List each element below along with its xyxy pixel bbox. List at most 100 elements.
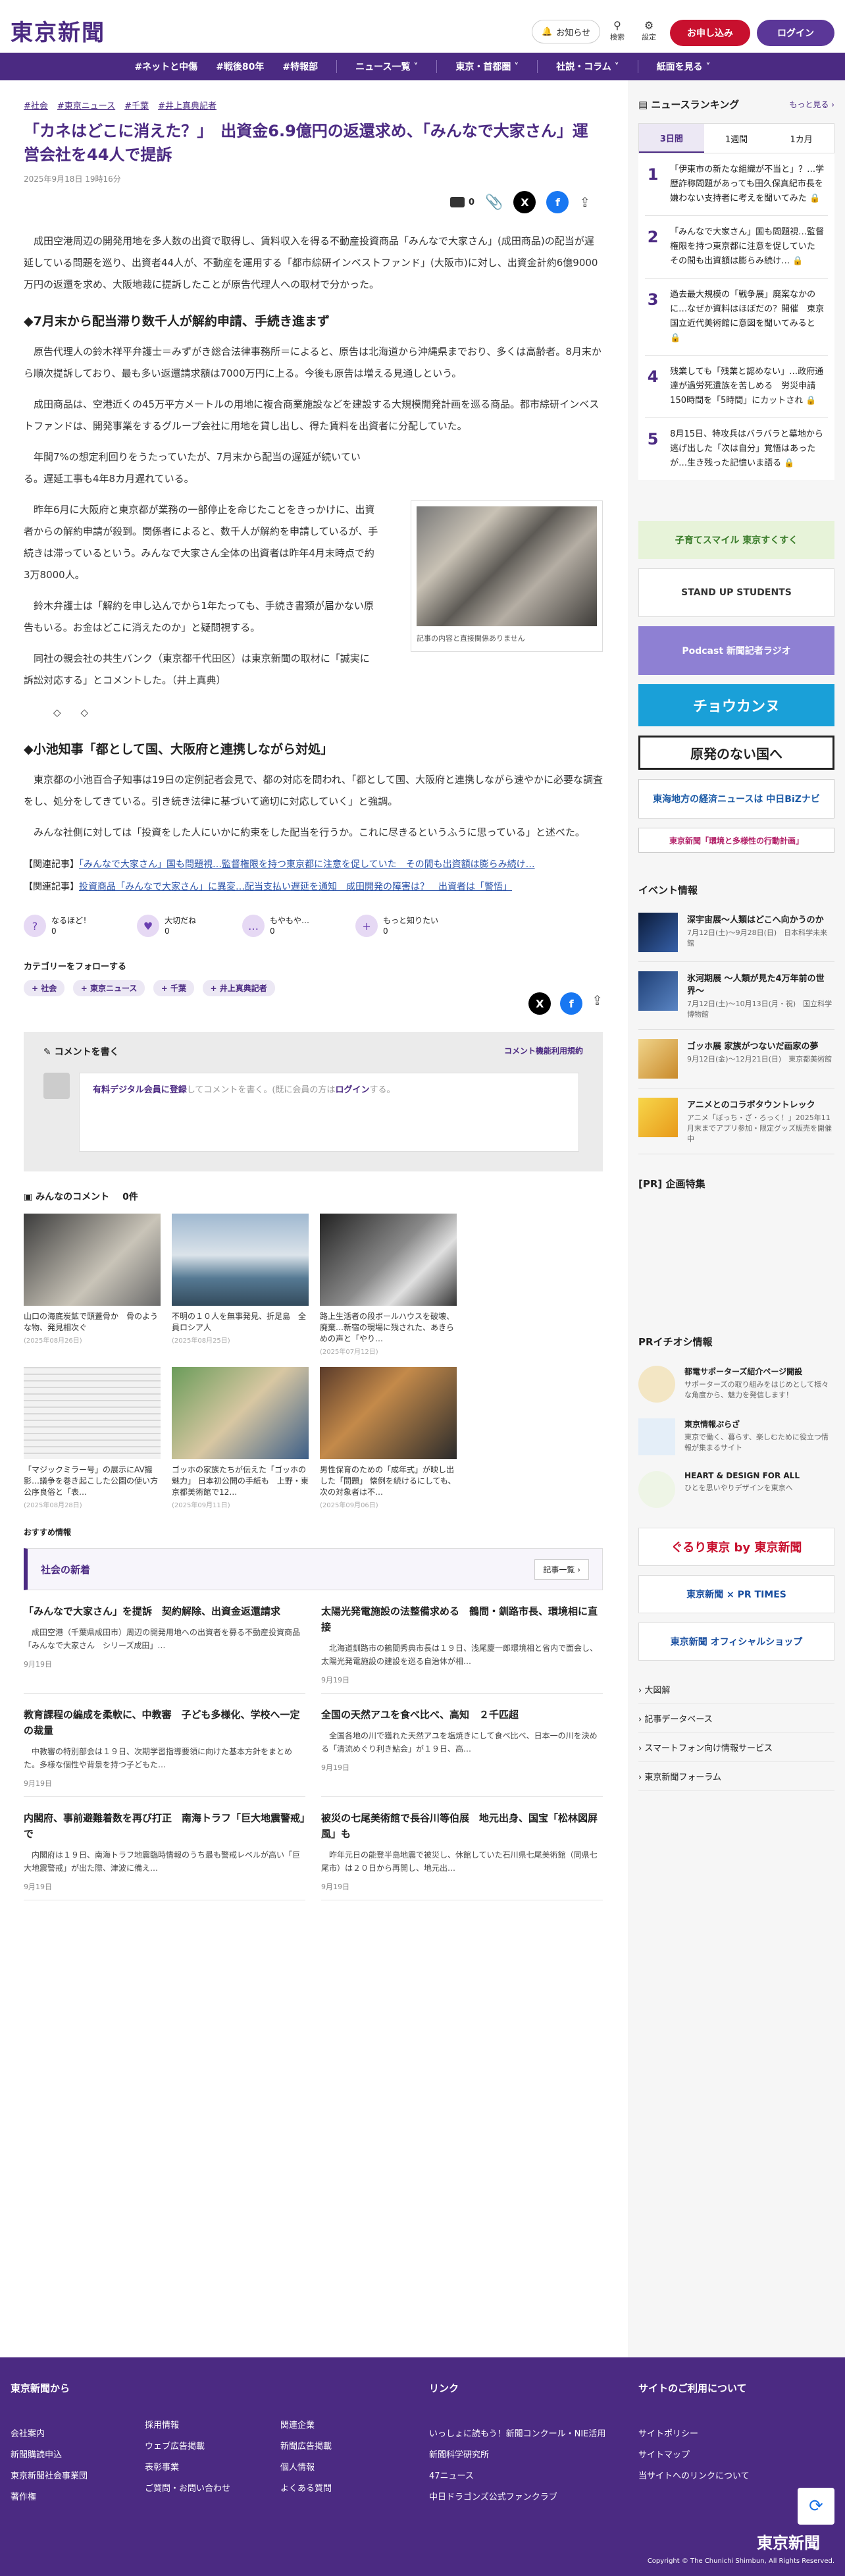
share-icon[interactable]: ⇪ (592, 992, 603, 1015)
related-link[interactable]: 「みんなで大家さん」国も問題視…監督権限を持つ東京都に注意を促していた その間も… (79, 859, 535, 870)
side-link[interactable]: › スマートフォン向け情報サービス (638, 1733, 834, 1762)
nav-item-postwar[interactable]: #戦後80年 (216, 60, 264, 73)
login-link[interactable]: ログイン (335, 1085, 369, 1095)
banner-sukusuku[interactable]: 子育てスマイル 東京すくすく (638, 521, 834, 559)
reaction-button[interactable]: + もっと知りたい 0 (355, 915, 438, 937)
pr-item[interactable]: 都電サポーターズ紹介ページ開設 サポーターズの取り組みをはじめとして様々な角度から… (638, 1358, 834, 1410)
footer-link[interactable]: 著作権 (11, 2487, 88, 2508)
banner-genpatsu[interactable]: 原発のない国へ (638, 736, 834, 770)
related-link[interactable]: 投資商品「みんなで大家さん」に異変…配当支払い遅延を通知 成田開発の障害は？ 出… (79, 882, 512, 892)
event-item[interactable]: 深宇宙展〜人類はどこへ向かうのか 7月12日(土)〜9月28日(日) 日本科学未来… (638, 903, 834, 962)
nav-item-news[interactable]: ニュース一覧 ˅ (355, 60, 418, 73)
save-button[interactable]: 0 (450, 197, 474, 207)
follow-chip[interactable]: + 井上真典記者 (202, 980, 275, 996)
tag-link[interactable]: #東京ニュース (57, 99, 115, 111)
nav-item-tokuho[interactable]: #特報部 (282, 60, 318, 73)
follow-chip[interactable]: + 東京ニュース (72, 980, 145, 996)
share-icon[interactable]: ⇪ (579, 194, 590, 210)
notify-button[interactable]: 🔔 お知らせ (532, 20, 600, 43)
x-share-icon[interactable]: X (513, 191, 536, 213)
footer-link[interactable]: 採用情報 (145, 2415, 230, 2436)
news-item[interactable]: 内閣府、事前避難着数を再び打正 南海トラフ「巨大地震警戒」で 内閣府は１９日、南海… (24, 1797, 305, 1900)
nav-item-net[interactable]: #ネットと中傷 (134, 60, 197, 73)
side-link[interactable]: › 大図解 (638, 1675, 834, 1704)
tag-link[interactable]: #千葉 (124, 99, 149, 111)
footer-link[interactable]: 当サイトへのリンクについて (638, 2466, 750, 2487)
banner-standup[interactable]: STAND UP STUDENTS (638, 568, 834, 617)
footer-link[interactable]: 個人情報 (280, 2457, 332, 2479)
thumb-card[interactable]: 男性保育のための「成年式」が映し出した「問題」 懐例を続けるにしても、次の対象者… (320, 1367, 457, 1509)
nav-item-paper[interactable]: 紙面を見る ˅ (657, 60, 711, 73)
tab-1week[interactable]: 1週間 (704, 124, 769, 153)
register-link[interactable]: 有料デジタル会員に登録 (93, 1085, 187, 1095)
settings-button[interactable]: ⚙ 設定 (636, 20, 662, 42)
banner-action-plan[interactable]: 東京新聞「環境と多様性の行動計画」 (638, 828, 834, 853)
nav-item-editorial[interactable]: 社説・コラム ˅ (556, 60, 619, 73)
subscribe-button[interactable]: お申し込み (670, 20, 750, 46)
thumb-card[interactable]: 山口の海底炭鉱で頭蓋骨か 骨のような物、発見相次ぐ (2025年08月26日) (24, 1214, 161, 1356)
pr-item[interactable]: 東京情報ぷらざ 東京で働く、暮らす、楽しむために役立つ情報が集まるサイト (638, 1410, 834, 1463)
footer-logo[interactable]: 東京新聞 (757, 2530, 820, 2553)
tag-link[interactable]: #井上真典記者 (158, 99, 217, 111)
footer-link[interactable]: 新聞広告掲載 (280, 2436, 332, 2457)
news-item[interactable]: 「みんなで大家さん」を提訴 契約解除、出資金返還請求 成田空港（千葉県成田市）周辺… (24, 1590, 305, 1694)
side-link[interactable]: › 記事データベース (638, 1704, 834, 1733)
tab-1month[interactable]: 1カ月 (769, 124, 834, 153)
event-item[interactable]: 氷河期展 〜人類が見た4万年前の世界〜 7月12日(土)〜10月13日(月・祝) … (638, 962, 834, 1030)
footer-link[interactable]: 新聞科学研究所 (429, 2445, 605, 2466)
event-item[interactable]: ゴッホ展 家族がつないだ画家の夢 9月12日(金)〜12月21日(日) 東京都美術… (638, 1030, 834, 1088)
thumb-card[interactable]: ゴッホの家族たちが伝えた「ゴッホの魅力」 日本初公開の手紙も 上野・東京都美術館… (172, 1367, 309, 1509)
footer-link[interactable]: 新聞購読申込 (11, 2445, 88, 2466)
tag-link[interactable]: #社会 (24, 99, 48, 111)
thumb-card[interactable]: 「マジックミラー号」の展示にAV撮影…議争を巻き起こした公園の使い方 公序良俗と… (24, 1367, 166, 1509)
ranking-item[interactable]: 3 過去最大規模の「戦争展」廃案なかのに…なぜか資料はほぼだの？開催 東京国立近代… (645, 279, 828, 356)
footer-link[interactable]: 会社案内 (11, 2424, 88, 2445)
footer-link[interactable]: ご質問・お問い合わせ (145, 2479, 230, 2500)
nav-item-tokyo[interactable]: 東京・首都圏 ˅ (455, 60, 519, 73)
footer-link[interactable]: よくある質問 (280, 2479, 332, 2500)
facebook-share-icon[interactable]: f (560, 992, 583, 1015)
site-logo[interactable]: 東京新聞 (11, 14, 105, 47)
ranking-item[interactable]: 4 残業しても「残業と認めない」…政府通達が過労死遺族を苦しめる 労災申請150時… (645, 356, 828, 418)
news-item[interactable]: 全国の天然アユを食べ比べ、高知 ２千匹超 全国各地の川で獲れた天然アユを塩焼きにし… (321, 1694, 603, 1797)
footer-link[interactable]: サイトポリシー (638, 2424, 750, 2445)
banner-bizunavi[interactable]: 東海地方の経済ニュースは 中日BiZナビ (638, 779, 834, 818)
footer-link[interactable]: サイトマップ (638, 2445, 750, 2466)
footer-link[interactable]: 47ニュース (429, 2466, 605, 2487)
footer-link[interactable]: 関連企業 (280, 2415, 332, 2436)
reaction-button[interactable]: ♥ 大切だね 0 (137, 915, 196, 937)
news-item[interactable]: 被災の七尾美術館で長谷川等伯展 地元出身、国宝「松林図屏風」も 昨年元日の能登半島… (321, 1797, 603, 1900)
news-item[interactable]: 太陽光発電施設の法整備求める 鶴間・釧路市長、環境相に直接 北海道釧路市の鶴間秀典… (321, 1590, 603, 1694)
ranking-item[interactable]: 5 8月15日、特攻兵はバラバラと墓地から逃げ出した「次は自分」覚悟はあったが…生… (645, 418, 828, 480)
banner-shop[interactable]: 東京新聞 オフィシャルショップ (638, 1623, 834, 1661)
reaction-button[interactable]: … もやもや… 0 (242, 915, 309, 937)
news-item[interactable]: 教育課程の編成を柔軟に、中教審 子ども多様化、学校へ一定の裁量 中教審の特別部会は… (24, 1694, 305, 1797)
footer-link[interactable]: 東京新聞社会事業団 (11, 2466, 88, 2487)
thumb-card[interactable]: 路上生活者の段ボールハウスを破壊、廃棄…新宿の現場に残された、あきらめの声と「や… (320, 1214, 457, 1356)
pr-item[interactable]: HEART & DESIGN FOR ALL ひとを思いやりデザインを東京へ (638, 1463, 834, 1516)
comment-terms-link[interactable]: コメント機能利用規約 (504, 1045, 583, 1058)
reaction-button[interactable]: ? なるほど！ 0 (24, 915, 91, 937)
footer-link[interactable]: いっしょに読もう！新聞コンクール・NIE活用 (429, 2424, 605, 2445)
thumb-card[interactable]: 不明の１０人を無事発見、折足島 全員ロシア人 (2025年08月25日) (172, 1214, 309, 1356)
comment-input[interactable]: 有料デジタル会員に登録してコメントを書く。(既に会員の方はログインする。 (79, 1073, 579, 1152)
follow-chip[interactable]: + 社会 (24, 980, 65, 996)
login-button[interactable]: ログイン (757, 20, 834, 46)
facebook-share-icon[interactable]: f (546, 191, 569, 213)
footer-link[interactable]: 表彰事業 (145, 2457, 230, 2479)
ranking-item[interactable]: 1 「伊東市の新たな組織が不当と」？…学歴詐称問題があっても田久保真紀市長を嫌わな… (645, 153, 828, 216)
ranking-more-link[interactable]: もっと見る › (789, 99, 834, 110)
follow-chip[interactable]: + 千葉 (153, 980, 195, 996)
banner-prtimes[interactable]: 東京新聞 × PR TIMES (638, 1575, 834, 1613)
clip-icon[interactable]: 📎 (485, 194, 503, 211)
banner-chokanyu[interactable]: チョウカンヌ (638, 684, 834, 726)
x-share-icon[interactable]: X (528, 992, 551, 1015)
footer-link[interactable]: 中日ドラゴンズ公式ファンクラブ (429, 2487, 605, 2508)
event-item[interactable]: アニメとのコラボタウントレック アニメ「ぼっち・ざ・ろっく！」2025年11月末ま… (638, 1088, 834, 1154)
footer-link[interactable]: ウェブ広告掲載 (145, 2436, 230, 2457)
banner-gururi[interactable]: ぐるり東京 by 東京新聞 (638, 1528, 834, 1566)
tab-3days[interactable]: 3日間 (639, 124, 704, 153)
ranking-item[interactable]: 2 「みんなで大家さん」国も問題視…監督権限を持つ東京都に注意を促していた その間… (645, 216, 828, 279)
search-button[interactable]: ⚲ 検索 (604, 20, 630, 42)
news-more-button[interactable]: 記事一覧 › (534, 1559, 589, 1580)
